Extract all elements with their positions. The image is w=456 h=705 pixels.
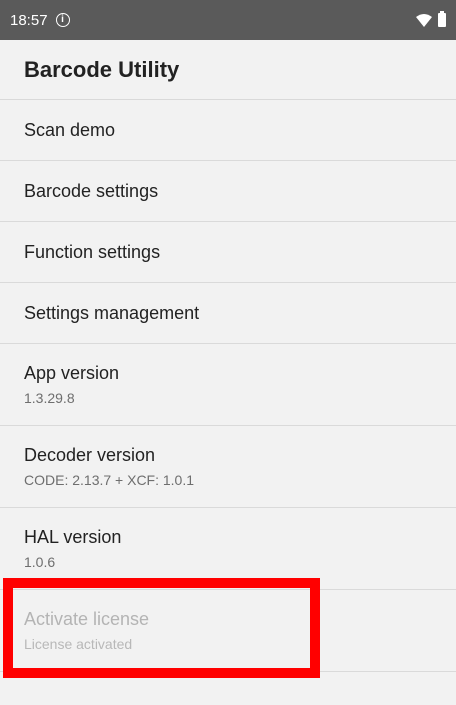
list-item-subtitle: License activated bbox=[24, 636, 133, 652]
list-item-title: Decoder version bbox=[24, 445, 156, 465]
list-item-title: Function settings bbox=[24, 241, 161, 262]
list-item-subtitle: 1.0.6 bbox=[24, 554, 56, 570]
list-item-title: App version bbox=[24, 363, 120, 383]
list-item-decoder-version[interactable]: Decoder version CODE: 2.13.7 + XCF: 1.0.… bbox=[0, 426, 456, 508]
wifi-icon bbox=[416, 13, 432, 27]
info-icon: i bbox=[55, 13, 70, 27]
status-bar: 18:57 i bbox=[0, 0, 456, 40]
app-bar: Barcode Utility bbox=[0, 40, 456, 100]
list-item-barcode-settings[interactable]: Barcode settings bbox=[0, 161, 456, 222]
page-title: Barcode Utility bbox=[24, 56, 180, 82]
status-icons bbox=[416, 11, 446, 27]
list-item-title: Scan demo bbox=[24, 119, 116, 140]
list-item-title: Barcode settings bbox=[24, 180, 159, 201]
list-item-activate-license: Activate license License activated bbox=[0, 590, 456, 672]
list-item-title: HAL version bbox=[24, 527, 122, 547]
list-item-app-version[interactable]: App version 1.3.29.8 bbox=[0, 344, 456, 426]
list-item-subtitle: 1.3.29.8 bbox=[24, 390, 75, 406]
list-item-settings-management[interactable]: Settings management bbox=[0, 283, 456, 344]
list-item-scan-demo[interactable]: Scan demo bbox=[0, 100, 456, 161]
list-item-hal-version[interactable]: HAL version 1.0.6 bbox=[0, 508, 456, 590]
list-item-title: Settings management bbox=[24, 302, 200, 323]
battery-icon bbox=[438, 11, 446, 27]
settings-list: Scan demo Barcode settings Function sett… bbox=[0, 100, 456, 672]
list-item-title: Activate license bbox=[24, 609, 150, 629]
list-item-function-settings[interactable]: Function settings bbox=[0, 222, 456, 283]
status-time: 18:57 bbox=[10, 11, 48, 29]
list-item-subtitle: CODE: 2.13.7 + XCF: 1.0.1 bbox=[24, 472, 195, 488]
